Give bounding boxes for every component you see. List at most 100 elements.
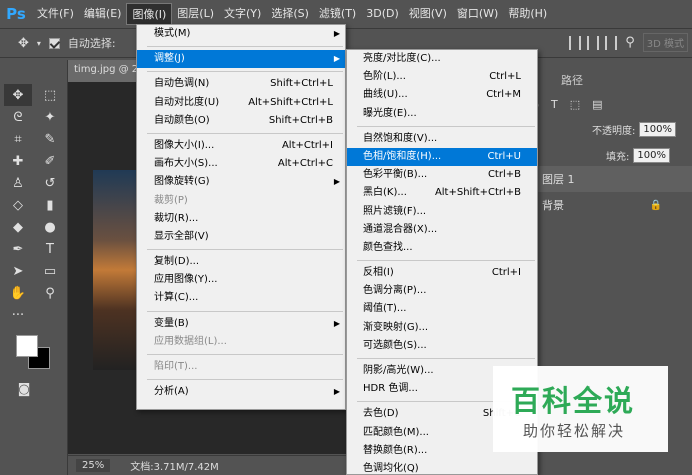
menu-view[interactable]: 视图(V) xyxy=(404,3,452,25)
zoom-tool-icon[interactable]: ⚲ xyxy=(36,282,64,304)
type-tool-icon[interactable]: T xyxy=(36,238,64,260)
menu-item[interactable]: 图像大小(I)... Alt+Ctrl+I xyxy=(137,137,345,155)
menu-item[interactable]: 模式(M) ▶ xyxy=(137,25,345,43)
crop-tool-icon[interactable]: ⌗ xyxy=(4,128,32,150)
move-icon[interactable]: ✥ xyxy=(18,36,29,51)
menu-item[interactable]: 自动色调(N) Shift+Ctrl+L xyxy=(137,75,345,93)
menu-item[interactable]: 变量(B) ▶ xyxy=(137,315,345,333)
menu-item-label: 画布大小(S)... xyxy=(154,158,218,170)
dodge-tool-icon[interactable]: ● xyxy=(36,216,64,238)
menu-select[interactable]: 选择(S) xyxy=(266,3,314,25)
color-swatches[interactable] xyxy=(16,335,60,379)
menu-item-label: 匹配颜色(M)... xyxy=(363,426,429,438)
menu-item[interactable]: 应用图像(Y)... xyxy=(137,271,345,289)
menu-layer[interactable]: 图层(L) xyxy=(172,3,219,25)
auto-select-checkbox[interactable] xyxy=(48,37,60,49)
smart-filter-icon[interactable]: ▤ xyxy=(592,98,602,111)
menu-item[interactable]: 可选颜色(S)... xyxy=(347,337,537,355)
healing-brush-icon[interactable]: ✚ xyxy=(4,150,32,172)
align-icons[interactable] xyxy=(569,35,618,50)
blur-tool-icon[interactable]: ◆ xyxy=(4,216,32,238)
hand-tool-icon[interactable]: ✋ xyxy=(4,282,32,304)
menu-3d[interactable]: 3D(D) xyxy=(361,3,404,25)
menu-separator xyxy=(357,358,535,359)
menu-file[interactable]: 文件(F) xyxy=(32,3,79,25)
menu-item-label: 阴影/高光(W)... xyxy=(363,365,434,376)
menu-item[interactable]: 曝光度(E)... xyxy=(347,105,537,123)
menu-item[interactable]: 通道混合器(X)... xyxy=(347,221,537,239)
shape-filter-icon[interactable]: ⬚ xyxy=(570,98,580,111)
menu-help[interactable]: 帮助(H) xyxy=(503,3,552,25)
menu-edit[interactable]: 编辑(E) xyxy=(79,3,127,25)
menu-item-label: 颜色查找... xyxy=(363,241,413,253)
menu-item-label: HDR 色调... xyxy=(363,383,418,395)
menu-item[interactable]: 调整(J) ▶ xyxy=(137,50,345,69)
fill-input[interactable]: 100% xyxy=(633,148,670,163)
type-filter-icon[interactable]: T xyxy=(551,98,558,111)
menu-item-label: 色彩平衡(B)... xyxy=(363,169,428,181)
chevron-down-icon[interactable]: ▾ xyxy=(37,39,41,48)
foreground-color[interactable] xyxy=(16,335,38,357)
menu-item-label: 照片滤镜(F)... xyxy=(363,205,427,217)
menu-item-label: 曲线(U)... xyxy=(363,89,408,101)
menu-type[interactable]: 文字(Y) xyxy=(219,3,266,25)
menu-image[interactable]: 图像(I) xyxy=(126,3,173,25)
menu-item-shortcut: Alt+Shift+Ctrl+B xyxy=(434,187,521,199)
menu-window[interactable]: 窗口(W) xyxy=(452,3,503,25)
menu-item[interactable]: 色相/饱和度(H)... Ctrl+U xyxy=(347,147,537,167)
lock-icon: 🔒 xyxy=(649,199,662,211)
more-tools-icon[interactable]: ··· xyxy=(4,304,32,326)
submenu-arrow-icon: ▶ xyxy=(333,387,340,397)
menu-item[interactable]: 图像旋转(G) ▶ xyxy=(137,173,345,191)
menu-item[interactable]: 颜色查找... xyxy=(347,239,537,257)
menu-item[interactable]: 自然饱和度(V)... xyxy=(347,130,537,148)
menu-item-shortcut: Ctrl+I xyxy=(491,267,521,279)
menu-item[interactable]: 显示全部(V) xyxy=(137,228,345,246)
menu-item[interactable]: 裁切(R)... xyxy=(137,210,345,228)
menu-item[interactable]: 曲线(U)... Ctrl+M xyxy=(347,86,537,104)
move-tool-icon[interactable]: ✥ xyxy=(4,84,32,106)
search-icon[interactable]: ⚲ xyxy=(625,35,635,50)
menu-item: 应用数据组(L)... xyxy=(137,333,345,351)
marquee-tool-icon[interactable]: ⬚ xyxy=(36,84,64,106)
history-brush-icon[interactable]: ↺ xyxy=(36,172,64,194)
menu-item-label: 阈值(T)... xyxy=(363,303,407,315)
menu-item[interactable]: 自动颜色(O) Shift+Ctrl+B xyxy=(137,112,345,130)
menu-item[interactable]: 色彩平衡(B)... Ctrl+B xyxy=(347,166,537,184)
opacity-input[interactable]: 100% xyxy=(639,122,676,137)
menu-separator xyxy=(147,354,343,355)
menu-filter[interactable]: 滤镜(T) xyxy=(314,3,361,25)
menu-item[interactable]: 画布大小(S)... Alt+Ctrl+C xyxy=(137,155,345,173)
menu-item[interactable]: 渐变映射(G)... xyxy=(347,319,537,337)
menu-item[interactable]: 色调均化(Q) xyxy=(347,460,537,475)
stamp-tool-icon[interactable]: ♙ xyxy=(4,172,32,194)
menu-item-label: 自动颜色(O) xyxy=(154,114,210,126)
menu-item[interactable]: 色调分离(P)... xyxy=(347,282,537,300)
document-tab[interactable]: timg.jpg @ 2 xyxy=(68,60,140,82)
opacity-label: 不透明度: xyxy=(592,126,636,137)
magic-wand-icon[interactable]: ✦ xyxy=(36,106,64,128)
lasso-tool-icon[interactable]: ᘓ xyxy=(4,106,32,128)
menu-item[interactable]: 亮度/对比度(C)... xyxy=(347,50,537,68)
menu-item[interactable]: 复制(D)... xyxy=(137,253,345,271)
menu-item[interactable]: 阈值(T)... xyxy=(347,300,537,318)
menubar: Ps 文件(F) 编辑(E) 图像(I) 图层(L) 文字(Y) 选择(S) 滤… xyxy=(0,0,692,28)
brush-tool-icon[interactable]: ✐ xyxy=(36,150,64,172)
menu-item[interactable]: 分析(A) ▶ xyxy=(137,383,345,401)
eyedropper-icon[interactable]: ✎ xyxy=(36,128,64,150)
menu-item-label: 色相/饱和度(H)... xyxy=(363,150,442,162)
eraser-icon[interactable]: ◇ xyxy=(4,194,32,216)
menu-item[interactable]: 计算(C)... xyxy=(137,289,345,307)
menu-item[interactable]: 色阶(L)... Ctrl+L xyxy=(347,68,537,86)
paths-tab[interactable]: 路径 xyxy=(561,72,583,88)
path-select-icon[interactable]: ➤ xyxy=(4,260,32,282)
quick-mask-icon[interactable]: ◙ xyxy=(10,378,38,400)
menu-item[interactable]: 反相(I) Ctrl+I xyxy=(347,264,537,282)
menu-item[interactable]: 照片滤镜(F)... xyxy=(347,203,537,221)
rectangle-tool-icon[interactable]: ▭ xyxy=(36,260,64,282)
zoom-level[interactable]: 25% xyxy=(76,459,111,472)
gradient-tool-icon[interactable]: ▮ xyxy=(36,194,64,216)
menu-item[interactable]: 黑白(K)... Alt+Shift+Ctrl+B xyxy=(347,184,537,202)
pen-tool-icon[interactable]: ✒ xyxy=(4,238,32,260)
menu-item[interactable]: 自动对比度(U) Alt+Shift+Ctrl+L xyxy=(137,94,345,112)
